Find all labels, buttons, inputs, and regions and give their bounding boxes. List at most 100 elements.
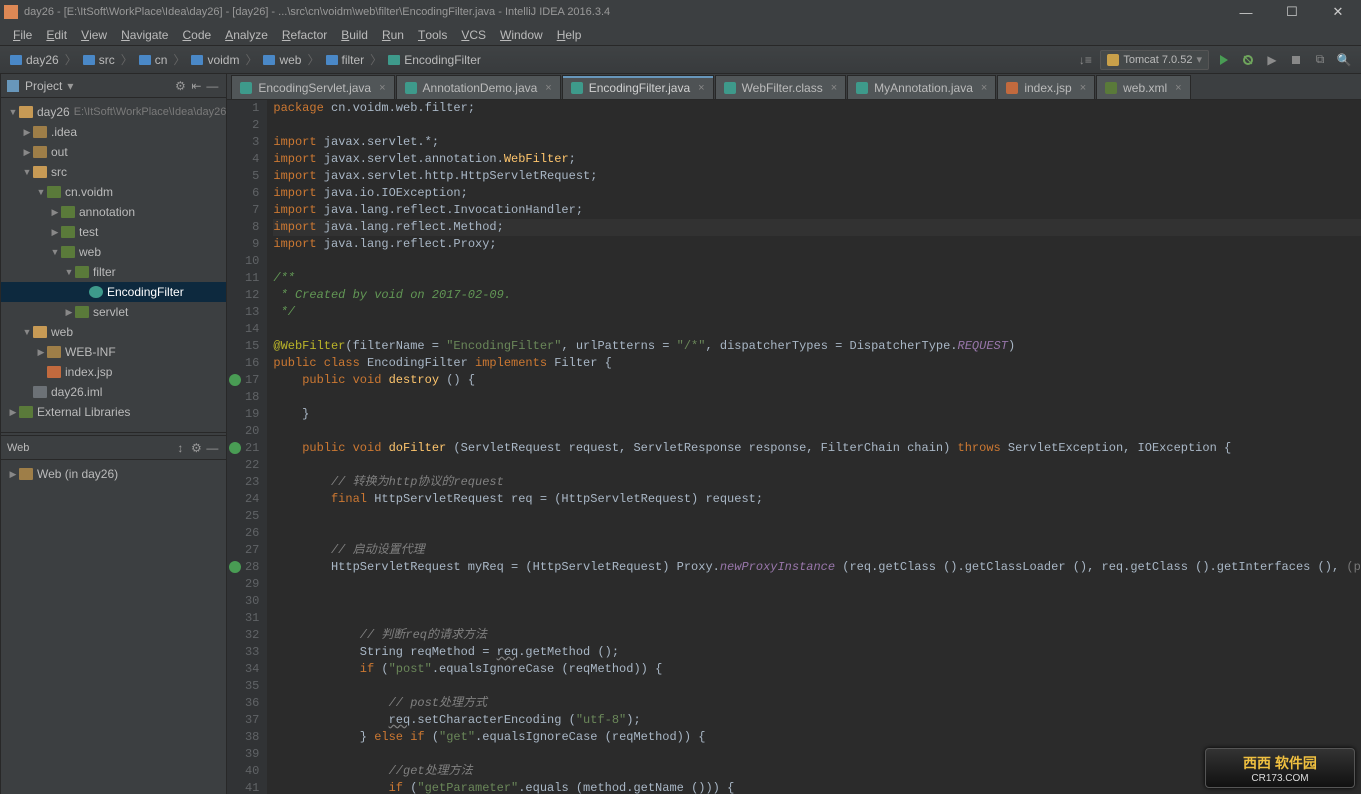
code-line[interactable]: import java.io.IOException; bbox=[273, 185, 1361, 202]
gutter-mark-icon[interactable] bbox=[229, 374, 241, 386]
tree-item[interactable]: ▼src bbox=[1, 162, 226, 182]
code-line[interactable]: req.setCharacterEncoding ("utf-8"); bbox=[273, 712, 1361, 729]
chevron-right-icon[interactable]: ▶ bbox=[21, 147, 33, 158]
line-number[interactable]: 30 bbox=[231, 593, 259, 610]
line-number[interactable]: 6 bbox=[231, 185, 259, 202]
editor-tab[interactable]: MyAnnotation.java× bbox=[847, 75, 996, 99]
tree-item[interactable]: ▶WEB-INF bbox=[1, 342, 226, 362]
close-tab-icon[interactable]: × bbox=[981, 82, 987, 94]
line-number[interactable]: 22 bbox=[231, 457, 259, 474]
line-number[interactable]: 19 bbox=[231, 406, 259, 423]
tree-item[interactable]: day26.iml bbox=[1, 382, 226, 402]
web-tree[interactable]: ▶ Web (in day26) bbox=[1, 460, 226, 794]
line-number[interactable]: 21 bbox=[231, 440, 259, 457]
chevron-right-icon[interactable]: ▶ bbox=[49, 227, 61, 238]
code-line[interactable]: import java.lang.reflect.Method; bbox=[273, 219, 1361, 236]
line-number[interactable]: 37 bbox=[231, 712, 259, 729]
tree-item[interactable]: ▶out bbox=[1, 142, 226, 162]
chevron-down-icon[interactable]: ▼ bbox=[7, 107, 19, 117]
run-with-coverage-button[interactable]: ▶ bbox=[1263, 51, 1281, 69]
tree-item[interactable]: ▼web bbox=[1, 322, 226, 342]
project-panel-header[interactable]: Project ▾ ⚙ ⇤ — bbox=[1, 74, 226, 98]
breadcrumb-item[interactable]: web bbox=[259, 53, 305, 67]
debug-button[interactable] bbox=[1239, 51, 1257, 69]
search-everywhere-button[interactable]: 🔍 bbox=[1335, 51, 1353, 69]
maximize-button[interactable]: ☐ bbox=[1269, 0, 1315, 24]
web-panel-header[interactable]: Web ↕ ⚙ — bbox=[1, 436, 226, 460]
line-number[interactable]: 11 bbox=[231, 270, 259, 287]
hide-icon[interactable]: — bbox=[204, 79, 220, 93]
code-line[interactable] bbox=[273, 525, 1361, 542]
code-line[interactable] bbox=[273, 253, 1361, 270]
line-number[interactable]: 12 bbox=[231, 287, 259, 304]
gutter[interactable]: 1234567891011121314151617181920212223242… bbox=[227, 100, 267, 794]
line-number[interactable]: 39 bbox=[231, 746, 259, 763]
tree-item[interactable]: ▼web bbox=[1, 242, 226, 262]
run-button[interactable] bbox=[1215, 51, 1233, 69]
line-number[interactable]: 32 bbox=[231, 627, 259, 644]
line-number[interactable]: 26 bbox=[231, 525, 259, 542]
code-line[interactable] bbox=[273, 610, 1361, 627]
tree-item[interactable]: index.jsp bbox=[1, 362, 226, 382]
line-number[interactable]: 36 bbox=[231, 695, 259, 712]
chevron-right-icon[interactable]: ▶ bbox=[63, 307, 75, 318]
line-number[interactable]: 25 bbox=[231, 508, 259, 525]
code-line[interactable]: */ bbox=[273, 304, 1361, 321]
code-line[interactable]: final HttpServletRequest req = (HttpServ… bbox=[273, 491, 1361, 508]
line-number[interactable]: 10 bbox=[231, 253, 259, 270]
editor-tab[interactable]: AnnotationDemo.java× bbox=[396, 75, 561, 99]
tree-item[interactable]: EncodingFilter bbox=[1, 282, 226, 302]
code-line[interactable]: // post处理方式 bbox=[273, 695, 1361, 712]
line-number[interactable]: 14 bbox=[231, 321, 259, 338]
line-number[interactable]: 34 bbox=[231, 661, 259, 678]
code-line[interactable]: import java.lang.reflect.InvocationHandl… bbox=[273, 202, 1361, 219]
line-number[interactable]: 31 bbox=[231, 610, 259, 627]
code-line[interactable]: @WebFilter(filterName = "EncodingFilter"… bbox=[273, 338, 1361, 355]
line-number[interactable]: 17 bbox=[231, 372, 259, 389]
line-number[interactable]: 16 bbox=[231, 355, 259, 372]
code-line[interactable] bbox=[273, 593, 1361, 610]
close-tab-icon[interactable]: × bbox=[1175, 82, 1181, 94]
editor-tab[interactable]: index.jsp× bbox=[997, 75, 1095, 99]
close-tab-icon[interactable]: × bbox=[1080, 82, 1086, 94]
line-number[interactable]: 13 bbox=[231, 304, 259, 321]
hide-icon[interactable]: — bbox=[204, 441, 220, 455]
editor-tab[interactable]: EncodingFilter.java× bbox=[562, 75, 714, 99]
code-line[interactable] bbox=[273, 321, 1361, 338]
line-number[interactable]: 15 bbox=[231, 338, 259, 355]
breadcrumb-item[interactable]: voidm bbox=[187, 53, 243, 67]
menu-analyze[interactable]: Analyze bbox=[218, 24, 275, 46]
code-line[interactable]: String reqMethod = req.getMethod (); bbox=[273, 644, 1361, 661]
line-number[interactable]: 7 bbox=[231, 202, 259, 219]
gutter-mark-icon[interactable] bbox=[229, 561, 241, 573]
line-number[interactable]: 29 bbox=[231, 576, 259, 593]
chevron-down-icon[interactable]: ▼ bbox=[49, 247, 61, 257]
line-number[interactable]: 20 bbox=[231, 423, 259, 440]
line-number[interactable]: 8 bbox=[231, 219, 259, 236]
tree-item[interactable]: ▼filter bbox=[1, 262, 226, 282]
code-line[interactable]: // 判断req的请求方法 bbox=[273, 627, 1361, 644]
code-line[interactable]: HttpServletRequest myReq = (HttpServletR… bbox=[273, 559, 1361, 576]
chevron-right-icon[interactable]: ▶ bbox=[7, 469, 19, 480]
project-structure-button[interactable]: ⧉ bbox=[1311, 51, 1329, 69]
menu-window[interactable]: Window bbox=[493, 24, 550, 46]
line-number[interactable]: 18 bbox=[231, 389, 259, 406]
code-line[interactable]: import java.lang.reflect.Proxy; bbox=[273, 236, 1361, 253]
code-line[interactable]: } bbox=[273, 406, 1361, 423]
close-button[interactable]: ✕ bbox=[1315, 0, 1361, 24]
tree-item[interactable]: ▶annotation bbox=[1, 202, 226, 222]
close-tab-icon[interactable]: × bbox=[379, 82, 385, 94]
close-tab-icon[interactable]: × bbox=[698, 82, 704, 94]
line-number[interactable]: 35 bbox=[231, 678, 259, 695]
breadcrumb-item[interactable]: cn bbox=[135, 53, 172, 67]
code-line[interactable]: if ("getParameter".equals (method.getNam… bbox=[273, 780, 1361, 794]
line-number[interactable]: 33 bbox=[231, 644, 259, 661]
code-editor[interactable]: 1234567891011121314151617181920212223242… bbox=[227, 100, 1361, 794]
code-line[interactable]: package cn.voidm.web.filter; bbox=[273, 100, 1361, 117]
line-number[interactable]: 38 bbox=[231, 729, 259, 746]
chevron-right-icon[interactable]: ▶ bbox=[35, 347, 47, 358]
line-number[interactable]: 1 bbox=[231, 100, 259, 117]
collapse-all-icon[interactable]: ⇤ bbox=[188, 79, 204, 93]
code-line[interactable] bbox=[273, 423, 1361, 440]
collapse-icon[interactable]: ⚙ bbox=[188, 441, 204, 455]
